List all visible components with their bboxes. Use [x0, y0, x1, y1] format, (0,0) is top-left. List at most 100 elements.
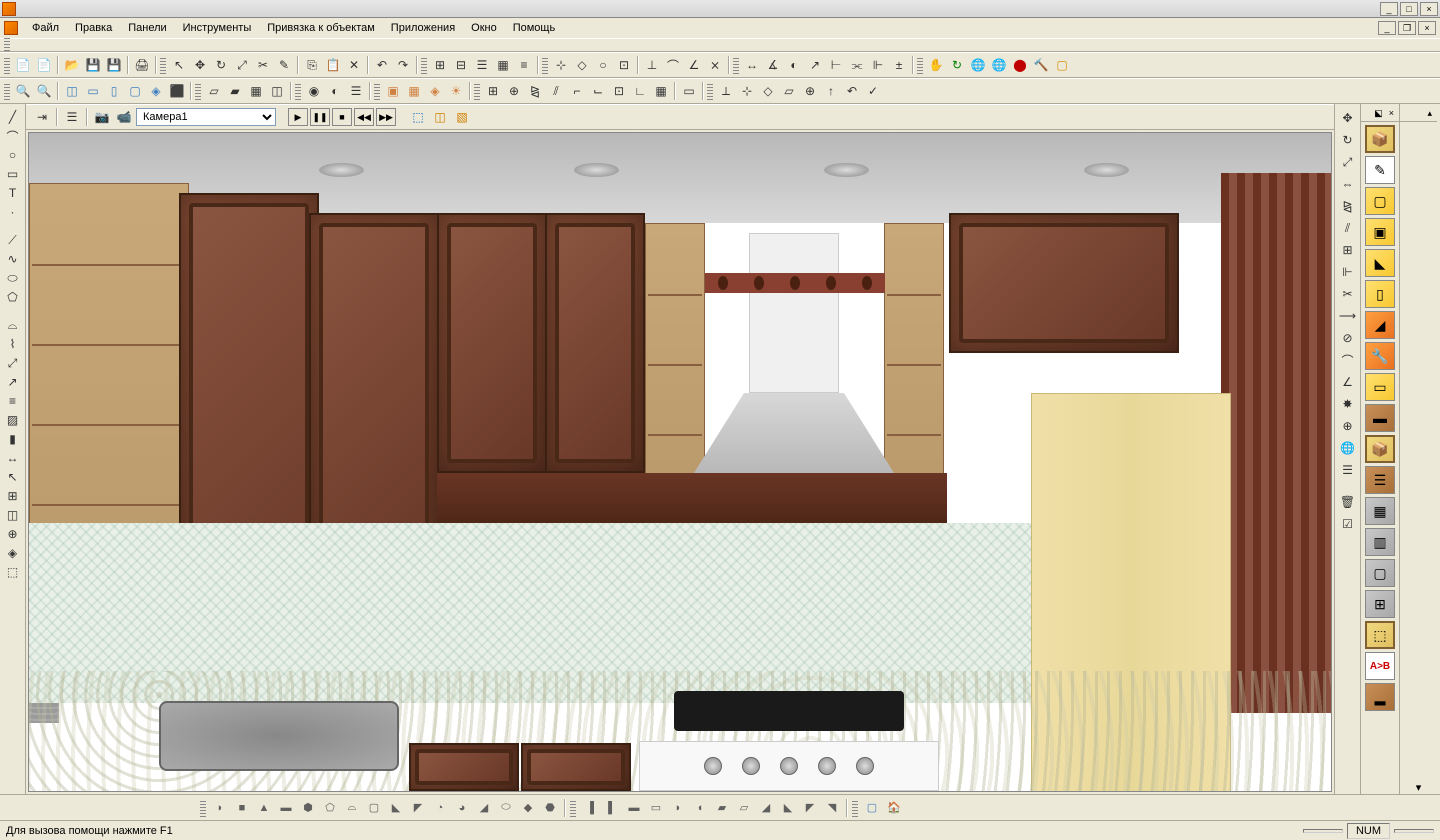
redo-button[interactable]: ↷ [393, 55, 413, 75]
dim-base-button[interactable]: ⊩ [868, 55, 888, 75]
toolbar-handle[interactable] [195, 82, 201, 100]
hand-icon[interactable]: ✋ [926, 55, 946, 75]
mdi-restore-button[interactable]: ❐ [1398, 21, 1416, 35]
menu-apps[interactable]: Приложения [383, 20, 463, 36]
toolbar-handle[interactable] [733, 56, 739, 74]
forward-button[interactable]: ▶▶ [376, 108, 396, 126]
globe-icon[interactable]: 🌐 [1338, 438, 1358, 458]
menu-file[interactable]: Файл [24, 20, 67, 36]
toolbar-handle[interactable] [4, 56, 10, 74]
profile-3-icon[interactable]: ▬ [624, 799, 644, 817]
toolbar-handle[interactable] [474, 82, 480, 100]
bool-sub-button[interactable]: ◐ [325, 81, 345, 101]
palette-panel-frame[interactable]: ▣ [1365, 218, 1395, 246]
palette-panel-l[interactable]: ◣ [1365, 249, 1395, 277]
profile-12-icon[interactable]: ◥ [822, 799, 842, 817]
extend-button[interactable]: ⌙ [588, 81, 608, 101]
explode-tool[interactable]: ✸ [1338, 394, 1358, 414]
rotate-button[interactable]: ↻ [211, 55, 231, 75]
offset-button[interactable]: ⫽ [546, 81, 566, 101]
save-button[interactable]: 💾 [83, 55, 103, 75]
palette-divider[interactable]: ▥ [1365, 528, 1395, 556]
minimize-button[interactable]: _ [1380, 2, 1398, 16]
palette-box-open[interactable]: 📦 [1365, 435, 1395, 463]
panel-scroll-down[interactable]: ▾ [1413, 781, 1425, 794]
shade-hidden-button[interactable]: ◫ [267, 81, 287, 101]
profile-9-icon[interactable]: ◢ [756, 799, 776, 817]
ucs-view-button[interactable]: ▱ [779, 81, 799, 101]
snap-tan-button[interactable]: ⌒ [663, 55, 683, 75]
scale-button[interactable]: ⤢ [232, 55, 252, 75]
line-tool[interactable]: ╱ [3, 108, 23, 126]
toolbar-handle[interactable] [917, 56, 923, 74]
menu-window[interactable]: Окно [463, 20, 505, 36]
solid-mode-button[interactable]: ◫ [430, 107, 450, 127]
ucs-save-button[interactable]: ✓ [863, 81, 883, 101]
array-tool[interactable]: ⊞ [1338, 240, 1358, 260]
rotate-tool[interactable]: ↻ [1338, 130, 1358, 150]
ray-tool[interactable]: ↗ [3, 373, 23, 391]
ucs-world-button[interactable]: ⟂ [716, 81, 736, 101]
palette-grid[interactable]: ▦ [1365, 497, 1395, 525]
palette-door[interactable]: ▬ [1365, 404, 1395, 432]
pause-button[interactable]: ❚❚ [310, 108, 330, 126]
shape-arch-icon[interactable]: ⌓ [342, 799, 362, 817]
dim-chain-button[interactable]: ⫘ [847, 55, 867, 75]
toolbar-handle[interactable] [570, 799, 576, 817]
arc-tool[interactable]: ⌒ [3, 127, 23, 145]
snap-mid-button[interactable]: ◇ [572, 55, 592, 75]
print-button[interactable]: 🖨 [132, 55, 152, 75]
play-button[interactable]: ▶ [288, 108, 308, 126]
zoom-out-button[interactable]: 🔍 [34, 81, 54, 101]
menu-edit[interactable]: Правка [67, 20, 120, 36]
profile-4-icon[interactable]: ▭ [646, 799, 666, 817]
panel-close-button[interactable]: × [1386, 108, 1397, 121]
trim-tool[interactable]: ✂ [1338, 284, 1358, 304]
shape-diamond-icon[interactable]: ◆ [518, 799, 538, 817]
camera-select[interactable]: Камера1 [136, 108, 276, 126]
toolbar-handle[interactable] [295, 82, 301, 100]
palette-panel-flat[interactable]: ▢ [1365, 187, 1395, 215]
texture-button[interactable]: ▦ [404, 81, 424, 101]
xline-tool[interactable]: ⤢ [3, 354, 23, 372]
dim-leader-button[interactable]: ↗ [805, 55, 825, 75]
array-polar-button[interactable]: ⊕ [504, 81, 524, 101]
stop-button[interactable]: ⬤ [1010, 55, 1030, 75]
shape-notch-icon[interactable]: ◣ [386, 799, 406, 817]
shape-quarter-icon[interactable]: ◔ [430, 799, 450, 817]
shape-square-icon[interactable]: ■ [232, 799, 252, 817]
region-tool[interactable]: ◈ [3, 544, 23, 562]
view-top-button[interactable]: ▭ [83, 81, 103, 101]
save-all-button[interactable]: 💾 [104, 55, 124, 75]
block-tool[interactable]: ◫ [3, 506, 23, 524]
menu-tools[interactable]: Инструменты [175, 20, 260, 36]
delete-button[interactable]: ✕ [344, 55, 364, 75]
new-file-button[interactable]: 📄 [13, 55, 33, 75]
polyline-tool[interactable]: ⟋ [3, 231, 23, 249]
maximize-button[interactable]: □ [1400, 2, 1418, 16]
pointer-button[interactable]: ↖ [169, 55, 189, 75]
props-tool[interactable]: ☑ [1338, 514, 1358, 534]
snap-near-button[interactable]: ∠ [684, 55, 704, 75]
ortho-button[interactable]: ∟ [630, 81, 650, 101]
pin-icon[interactable]: ⬕ [1371, 108, 1386, 121]
join-tool[interactable]: ⊕ [1338, 416, 1358, 436]
layout-button[interactable]: ▭ [679, 81, 699, 101]
profile-2-icon[interactable]: ▌ [602, 799, 622, 817]
view-pin-button[interactable]: ⇥ [32, 107, 52, 127]
view-side-button[interactable]: ▢ [125, 81, 145, 101]
leader-tool[interactable]: ↖ [3, 468, 23, 486]
quick-panel-icon[interactable]: ▢ [862, 799, 882, 817]
new-doc-button[interactable]: 📄 [34, 55, 54, 75]
box-mode-button[interactable]: ⬚ [408, 107, 428, 127]
view-persp-button[interactable]: ◈ [146, 81, 166, 101]
snap-grid-button[interactable]: ⊡ [614, 55, 634, 75]
trash-icon[interactable]: 🗑 [1338, 492, 1358, 512]
array-rect-button[interactable]: ⊞ [483, 81, 503, 101]
ellipse-tool[interactable]: ⬭ [3, 269, 23, 287]
palette-panel-bent[interactable]: ◢ [1365, 311, 1395, 339]
box-icon[interactable]: ▢ [1052, 55, 1072, 75]
viewport-3d[interactable] [28, 132, 1332, 792]
shade-smooth-button[interactable]: ▰ [225, 81, 245, 101]
palette-panel-edge[interactable]: ▯ [1365, 280, 1395, 308]
